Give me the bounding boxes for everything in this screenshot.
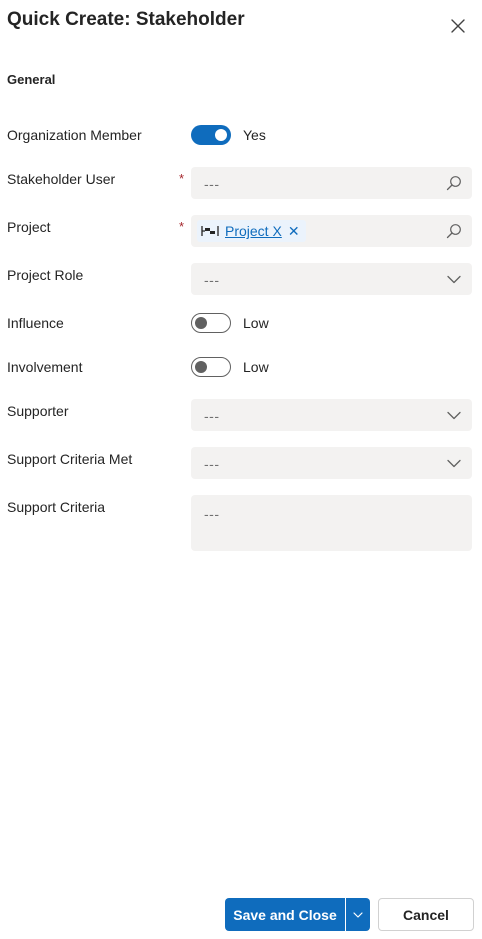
support-criteria-met-label: Support Criteria Met (7, 451, 133, 467)
supporter-placeholder: --- (204, 408, 220, 424)
stakeholder-user-lookup[interactable]: --- (191, 167, 472, 199)
cancel-button[interactable]: Cancel (378, 898, 474, 931)
section-title-general: General (7, 72, 56, 87)
involvement-label: Involvement (7, 359, 83, 375)
project-tag: Project X ✕ (197, 220, 306, 242)
dialog-footer: Save and Close Cancel (0, 898, 482, 932)
influence-toggle[interactable] (191, 313, 231, 333)
save-and-close-button[interactable]: Save and Close (225, 898, 345, 931)
dialog-header: Quick Create: Stakeholder (0, 0, 482, 50)
save-options-button[interactable] (346, 898, 370, 931)
influence-value: Low (243, 315, 269, 331)
search-icon (446, 176, 461, 191)
chevron-down-icon (447, 411, 461, 419)
chevron-down-icon (447, 275, 461, 283)
close-button[interactable] (445, 13, 471, 39)
project-role-dropdown[interactable]: --- (191, 263, 472, 295)
project-role-label: Project Role (7, 267, 84, 283)
project-search-button[interactable] (446, 223, 462, 239)
organization-member-value: Yes (243, 127, 266, 143)
project-role-placeholder: --- (204, 272, 220, 288)
toggle-knob (215, 129, 227, 141)
stakeholder-user-search-button[interactable] (446, 175, 462, 191)
dialog-title: Quick Create: Stakeholder (7, 9, 245, 30)
stakeholder-user-placeholder: --- (204, 176, 220, 192)
organization-member-label: Organization Member (7, 127, 142, 143)
project-tag-link[interactable]: Project X (225, 223, 282, 239)
support-criteria-met-placeholder: --- (204, 456, 220, 472)
support-criteria-placeholder: --- (204, 506, 220, 522)
support-criteria-label: Support Criteria (7, 499, 106, 515)
supporter-chevron (446, 407, 462, 423)
support-criteria-textarea[interactable]: --- (191, 495, 472, 551)
search-icon (446, 224, 461, 239)
support-criteria-met-dropdown[interactable]: --- (191, 447, 472, 479)
project-role-chevron (446, 271, 462, 287)
required-indicator: * (179, 219, 185, 234)
supporter-label: Supporter (7, 403, 69, 419)
chevron-down-icon (447, 459, 461, 467)
project-label: Project (7, 219, 51, 235)
organization-member-toggle[interactable] (191, 125, 231, 145)
support-criteria-met-chevron (446, 455, 462, 471)
chevron-down-icon (353, 911, 363, 918)
toggle-knob (195, 361, 207, 373)
project-entity-icon (201, 225, 219, 237)
close-icon (451, 19, 465, 33)
influence-label: Influence (7, 315, 64, 331)
involvement-value: Low (243, 359, 269, 375)
stakeholder-user-label: Stakeholder User (7, 171, 116, 187)
toggle-knob (195, 317, 207, 329)
required-indicator: * (179, 171, 185, 186)
project-tag-remove-button[interactable]: ✕ (288, 224, 300, 238)
supporter-dropdown[interactable]: --- (191, 399, 472, 431)
project-lookup[interactable]: Project X ✕ (191, 215, 472, 247)
involvement-toggle[interactable] (191, 357, 231, 377)
